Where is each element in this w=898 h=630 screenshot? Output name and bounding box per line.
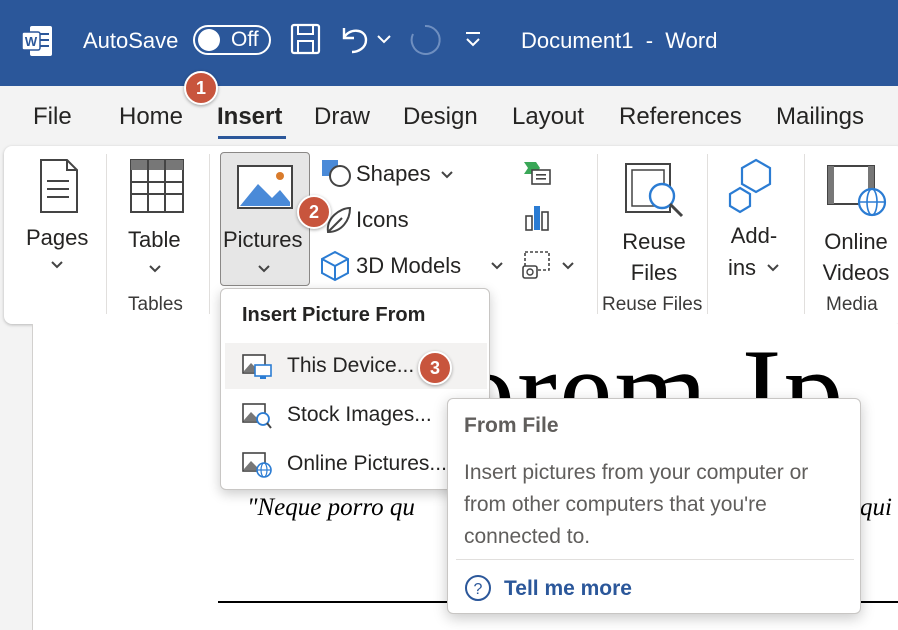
tab-references[interactable]: References <box>619 103 742 131</box>
tell-me-more-link[interactable]: Tell me more <box>504 577 632 601</box>
online-videos-icon[interactable] <box>826 164 888 218</box>
chart-icon[interactable] <box>524 202 550 232</box>
pages-icon[interactable] <box>37 158 81 214</box>
customize-qat-icon[interactable] <box>463 30 483 50</box>
screenshot-icon[interactable] <box>521 250 553 280</box>
group-separator <box>597 154 598 314</box>
document-quote-text: "Neque porro qu <box>247 494 415 521</box>
tooltip-title: From File <box>464 414 559 437</box>
chevron-down-icon[interactable] <box>50 260 64 270</box>
chevron-down-icon[interactable] <box>490 261 504 271</box>
smartart-icon[interactable] <box>522 160 552 186</box>
ribbon-tabs: File Home Insert Draw Design Layout Refe… <box>0 86 898 146</box>
add-ins-label-line2[interactable]: ins <box>712 252 772 284</box>
svg-text:?: ? <box>474 581 483 598</box>
add-ins-label-line1[interactable]: Add- <box>724 220 784 252</box>
3d-models-button-label[interactable]: 3D Models <box>356 250 461 282</box>
reuse-files-label-line1[interactable]: Reuse <box>612 226 696 258</box>
pages-button-label[interactable]: Pages <box>26 222 88 254</box>
title-bar: W AutoSave Off Document1 - Word <box>0 0 898 86</box>
step-badge-3: 3 <box>418 351 452 385</box>
chevron-down-icon[interactable] <box>766 263 780 273</box>
document-quote-text-right: qui <box>860 494 892 521</box>
device-picture-icon <box>242 354 272 379</box>
stock-images-icon <box>242 403 272 429</box>
reuse-files-icon[interactable] <box>624 162 688 220</box>
group-label-reuse-files: Reuse Files <box>602 294 703 315</box>
active-tab-indicator <box>218 136 286 139</box>
svg-text:W: W <box>25 34 38 49</box>
pictures-icon <box>237 165 293 209</box>
online-pictures-icon <box>242 452 272 478</box>
group-separator <box>106 154 107 314</box>
chevron-down-icon[interactable] <box>148 264 162 274</box>
menu-item-label: Stock Images... <box>287 403 432 426</box>
tab-file[interactable]: File <box>33 103 72 131</box>
tab-mailings[interactable]: Mailings <box>776 103 864 131</box>
undo-icon[interactable] <box>338 22 372 56</box>
icons-button-label[interactable]: Icons <box>356 204 409 236</box>
step-badge-1: 1 <box>184 71 218 105</box>
chevron-down-icon[interactable] <box>257 264 271 274</box>
document-title: Document1 - Word <box>521 28 718 53</box>
group-separator <box>209 154 210 314</box>
tab-home[interactable]: Home <box>119 103 183 131</box>
reuse-files-label-line2[interactable]: Files <box>612 257 696 289</box>
autosave-toggle[interactable]: Off <box>193 25 271 55</box>
redo-icon[interactable] <box>408 22 442 58</box>
save-icon[interactable] <box>290 22 322 56</box>
document-horizontal-rule <box>218 601 458 603</box>
group-separator <box>707 154 708 314</box>
group-label-tables: Tables <box>128 294 183 315</box>
tab-layout[interactable]: Layout <box>512 103 584 131</box>
autosave-state: Off <box>231 28 259 51</box>
tab-insert[interactable]: Insert <box>217 103 282 131</box>
dropdown-header: Insert Picture From <box>242 304 426 326</box>
tab-draw[interactable]: Draw <box>314 103 370 131</box>
tooltip-body: Insert pictures from your computer or fr… <box>464 461 809 548</box>
table-icon[interactable] <box>129 158 185 214</box>
chevron-down-icon[interactable] <box>561 261 575 271</box>
menu-item-label: Online Pictures... <box>287 452 447 475</box>
undo-dropdown-chevron-icon[interactable] <box>376 34 392 46</box>
online-videos-label-line2[interactable]: Videos <box>814 257 898 289</box>
menu-item-label: This Device... <box>287 354 415 377</box>
step-badge-2: 2 <box>297 195 331 229</box>
chevron-down-icon[interactable] <box>440 170 454 180</box>
document-horizontal-rule <box>860 601 898 603</box>
table-button-label[interactable]: Table <box>128 224 181 256</box>
online-videos-label-line1[interactable]: Online <box>814 226 898 258</box>
add-ins-icon[interactable] <box>726 156 786 214</box>
shapes-icon[interactable] <box>320 158 352 188</box>
from-file-tooltip: From File Insert pictures from your comp… <box>447 398 861 614</box>
group-label-media: Media <box>826 294 878 315</box>
tooltip-divider <box>456 559 854 560</box>
toggle-knob <box>198 29 220 51</box>
group-separator <box>804 154 805 314</box>
help-icon[interactable]: ? <box>464 574 492 602</box>
shapes-button-label[interactable]: Shapes <box>356 158 431 190</box>
3d-models-icon[interactable] <box>319 250 351 282</box>
tab-design[interactable]: Design <box>403 103 478 131</box>
pictures-button-label[interactable]: Pictures <box>223 224 302 256</box>
autosave-label: AutoSave <box>83 28 179 53</box>
word-logo-icon: W <box>22 26 52 56</box>
